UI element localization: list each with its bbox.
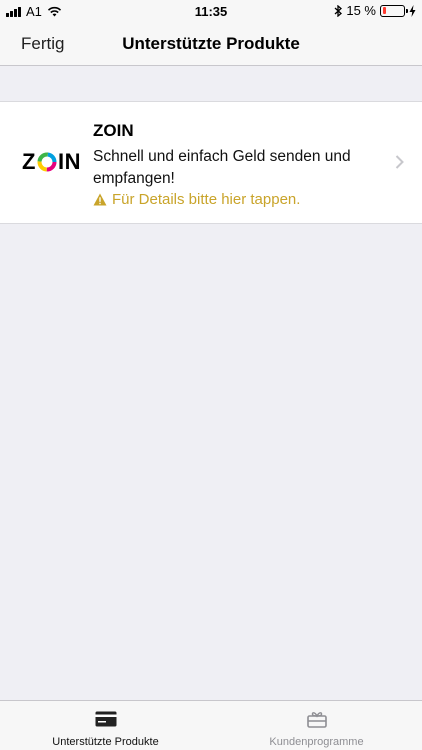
- bluetooth-icon: [334, 4, 343, 17]
- product-name: ZOIN: [93, 121, 134, 140]
- product-hint-text: Für Details bitte hier tappen.: [112, 191, 301, 208]
- zoin-logo-ring-icon: [37, 152, 57, 172]
- tab-bar: Unterstützte Produkte Kundenprogramme: [0, 700, 422, 750]
- chevron-right-icon: [395, 155, 404, 169]
- product-details-hint[interactable]: Für Details bitte hier tappen.: [93, 191, 300, 208]
- tab-label: Unterstützte Produkte: [52, 736, 159, 748]
- battery-icon: [380, 4, 408, 17]
- status-right: 15 %: [334, 3, 416, 18]
- product-description: Schnell und einfach Geld senden und empf…: [93, 148, 351, 187]
- status-bar: A1 11:35 15 %: [0, 0, 422, 22]
- navigation-bar: Fertig Unterstützte Produkte: [0, 22, 422, 66]
- tab-label: Kundenprogramme: [269, 736, 364, 748]
- tab-supported-products[interactable]: Unterstützte Produkte: [0, 701, 211, 750]
- warning-icon: [93, 193, 107, 206]
- page-title: Unterstützte Produkte: [122, 34, 300, 53]
- zoin-logo: Z IN: [22, 149, 81, 174]
- tab-customer-programs[interactable]: Kundenprogramme: [211, 701, 422, 750]
- product-row-zoin[interactable]: Z IN ZOIN Schnell und einfach Geld sende…: [0, 101, 422, 224]
- battery-percent: 15 %: [346, 3, 376, 18]
- battery-level: [382, 7, 386, 14]
- gift-card-icon: [306, 712, 327, 728]
- charging-bolt-icon: [409, 4, 416, 17]
- card-icon: [95, 711, 116, 727]
